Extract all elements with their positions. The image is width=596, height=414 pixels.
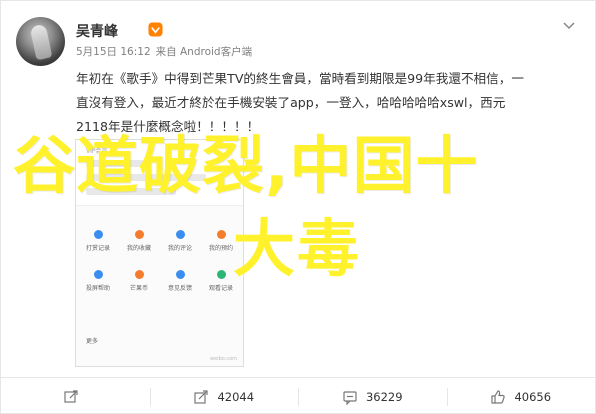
screenshot-footer: 更多	[86, 338, 99, 345]
action-bar: 42044 36229 40656	[1, 377, 595, 414]
vip-badge-icon[interactable]	[148, 22, 163, 37]
menu-label: 我的评论	[167, 245, 192, 252]
avatar[interactable]	[16, 17, 65, 66]
avatar-figure	[29, 23, 53, 61]
repost-button[interactable]: 42044	[149, 378, 299, 414]
menu-label: 意见反馈	[167, 285, 192, 292]
menu-dot-icon	[175, 230, 185, 239]
thumbs-up-icon	[491, 390, 506, 404]
menu-label: 打赏记录	[85, 245, 110, 252]
comment-count: 36229	[365, 390, 403, 404]
post-timestamp[interactable]: 5月15日 16:12	[76, 44, 151, 59]
comment-button[interactable]: 36229	[298, 378, 447, 414]
screenshot-watermark: weibo.com	[210, 356, 237, 362]
post-text-line: 年初在《歌手》中得到芒果TV的終生會員，當時看到期限是99年我還不相信，一	[76, 71, 524, 86]
weibo-post-card: 吴青峰 5月15日 16:12 来自 Android客户端 年初在《歌手》中得到…	[0, 0, 596, 414]
menu-dot-icon	[175, 270, 185, 279]
share-button[interactable]	[1, 378, 150, 414]
repost-count: 42044	[217, 390, 255, 404]
menu-dot-icon	[93, 230, 103, 239]
menu-dot-icon	[216, 270, 226, 279]
menu-cell: 打赏记录	[78, 230, 118, 252]
menu-cell: 我的收藏	[119, 230, 159, 252]
menu-dot-icon	[93, 270, 103, 279]
overlay-caption-line1: 谷道破裂,中国十	[13, 129, 479, 202]
comment-icon	[343, 391, 357, 405]
menu-cell: 意见反馈	[160, 270, 200, 292]
menu-label: 我的收藏	[126, 245, 151, 252]
post-meta: 5月15日 16:12 来自 Android客户端	[76, 44, 252, 59]
post-source: 来自 Android客户端	[155, 46, 253, 58]
like-count: 40656	[514, 390, 552, 404]
like-button[interactable]: 40656	[446, 378, 596, 414]
menu-label: 投屏帮助	[85, 285, 110, 292]
post-text-line: 直沒有登入，最近才終於在手機安裝了app，一登入，哈哈哈哈哈xswl，西元	[76, 95, 506, 110]
menu-label: 芒果币	[129, 285, 148, 292]
share-icon	[64, 390, 78, 403]
menu-dot-icon	[134, 230, 144, 239]
overlay-caption-line2: 大毒	[233, 212, 362, 285]
menu-dot-icon	[134, 270, 144, 279]
menu-dot-icon	[216, 230, 226, 239]
menu-cell: 我的评论	[160, 230, 200, 252]
repost-icon	[194, 390, 209, 404]
chevron-down-icon[interactable]	[561, 17, 577, 33]
menu-cell: 芒果币	[119, 270, 159, 292]
menu-cell: 投屏帮助	[78, 270, 118, 292]
username[interactable]: 吴青峰	[76, 21, 118, 41]
